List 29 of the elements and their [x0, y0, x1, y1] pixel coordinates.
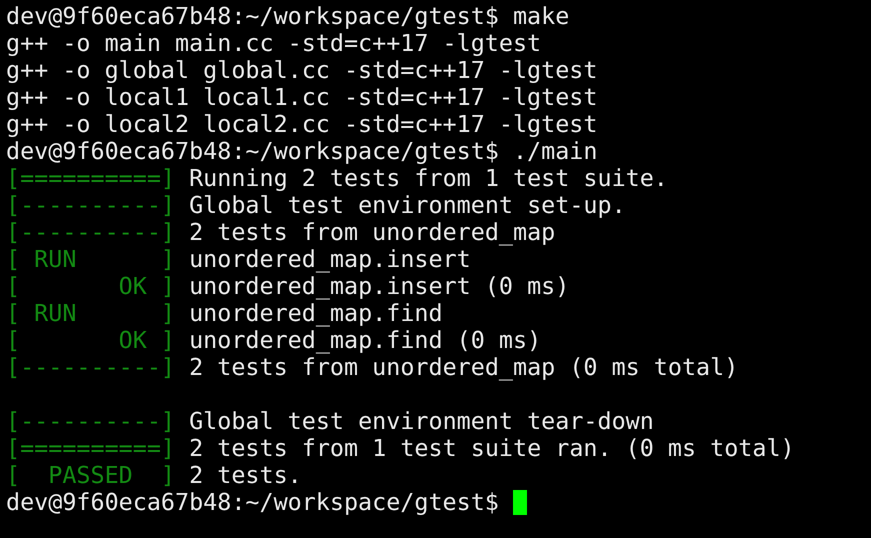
test-output-text: Running 2 tests from 1 test suite. [189, 165, 668, 192]
terminal-line: g++ -o local1 local1.cc -std=c++17 -lgtest [6, 84, 598, 111]
test-output-text: Global test environment tear-down [189, 408, 654, 435]
test-output-text: 2 tests from unordered_map (0 ms total) [189, 354, 738, 381]
test-output-text: unordered_map.find (0 ms) [189, 327, 542, 354]
terminal-line: g++ -o main main.cc -std=c++17 -lgtest [6, 30, 542, 57]
test-output-text: unordered_map.find [189, 300, 443, 327]
test-status-tag: [----------] [6, 354, 175, 381]
test-status-tag: [ RUN ] [6, 300, 175, 327]
test-status-tag: [ PASSED ] [6, 462, 175, 489]
terminal-line: g++ -o global global.cc -std=c++17 -lgtest [6, 57, 598, 84]
test-output-text: unordered_map.insert [189, 246, 471, 273]
test-output-text: 2 tests from unordered_map [189, 219, 556, 246]
terminal-line: dev@9f60eca67b48:~/workspace/gtest$ make [6, 3, 570, 30]
terminal-line: g++ -o local2 local2.cc -std=c++17 -lgtest [6, 111, 598, 138]
test-status-tag: [ OK ] [6, 273, 175, 300]
test-status-tag: [ OK ] [6, 327, 175, 354]
test-output-text: Global test environment set-up. [189, 192, 626, 219]
test-output-text: 2 tests. [189, 462, 302, 489]
test-status-tag: [----------] [6, 192, 175, 219]
test-status-tag: [==========] [6, 435, 175, 462]
test-output-text: 2 tests from 1 test suite ran. (0 ms total) [189, 435, 795, 462]
test-status-tag: [ RUN ] [6, 246, 175, 273]
terminal-line: dev@9f60eca67b48:~/workspace/gtest$ [6, 489, 500, 516]
test-output-text: unordered_map.insert (0 ms) [189, 273, 570, 300]
test-status-tag: [----------] [6, 408, 175, 435]
test-status-tag: [----------] [6, 219, 175, 246]
terminal-line: dev@9f60eca67b48:~/workspace/gtest$ ./main [6, 138, 598, 165]
test-status-tag: [==========] [6, 165, 175, 192]
